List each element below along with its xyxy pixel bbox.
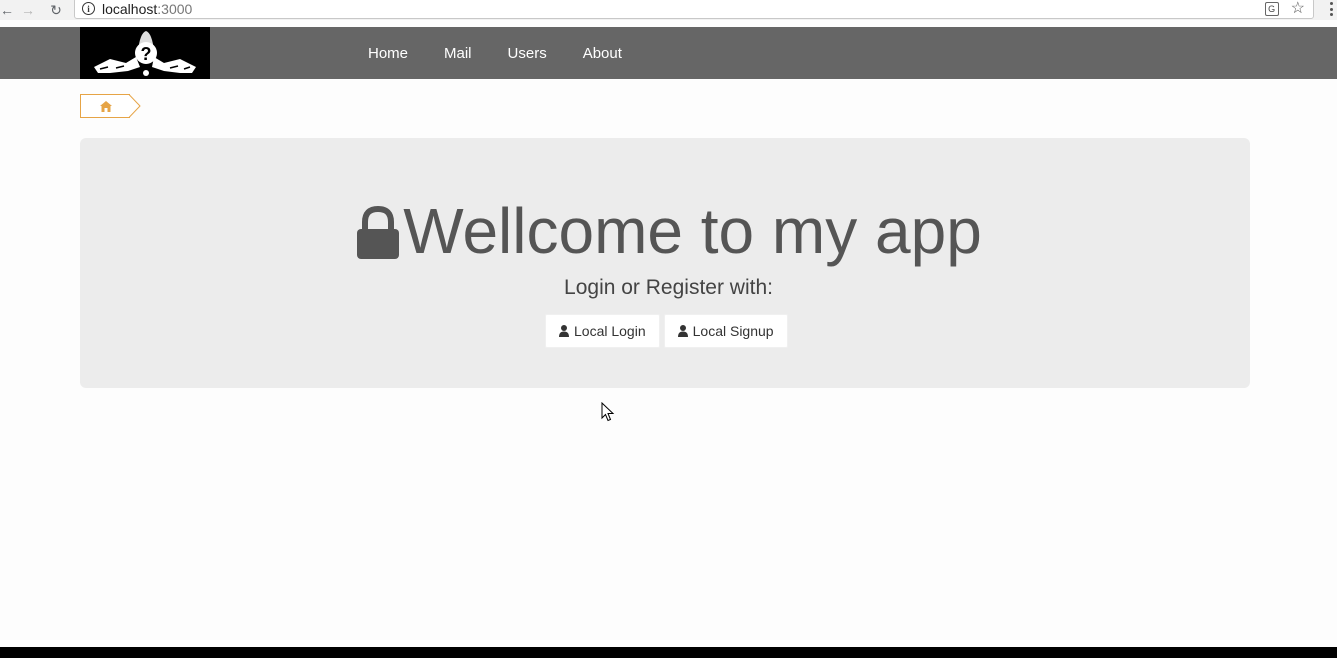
- lock-icon: [357, 206, 400, 259]
- browser-toolbar: ← → ↻ i localhost:3000 G ☆: [0, 0, 1337, 20]
- user-icon: [677, 325, 688, 337]
- url-port: :3000: [157, 0, 193, 17]
- local-signup-button[interactable]: Local Signup: [663, 314, 788, 348]
- nav-menu: Home Mail Users About: [350, 27, 640, 79]
- nav-about-link[interactable]: About: [565, 45, 640, 62]
- reload-icon[interactable]: ↻: [46, 1, 66, 19]
- bottom-bar: [0, 647, 1337, 658]
- breadcrumb-home[interactable]: [80, 94, 130, 118]
- login-subtitle: Login or Register with:: [564, 276, 773, 299]
- logo[interactable]: ?: [80, 27, 210, 79]
- info-icon[interactable]: i: [82, 2, 95, 15]
- nav-mail-link[interactable]: Mail: [426, 45, 490, 62]
- nav-home-link[interactable]: Home: [350, 45, 426, 62]
- breadcrumb[interactable]: [80, 94, 142, 118]
- address-bar[interactable]: i localhost:3000 G ☆: [74, 0, 1314, 19]
- welcome-heading: Wellcome to my app: [0, 192, 1337, 270]
- url-text[interactable]: localhost:3000: [102, 1, 192, 17]
- page-title: Wellcome to my app: [403, 195, 982, 267]
- local-login-button[interactable]: Local Login: [545, 314, 660, 348]
- browser-menu-icon[interactable]: [1330, 2, 1334, 16]
- nav-users-link[interactable]: Users: [490, 45, 565, 62]
- translate-icon[interactable]: G: [1264, 1, 1279, 16]
- mouse-cursor-icon: [601, 402, 615, 422]
- user-icon: [559, 325, 569, 337]
- breadcrumb-arrow: [124, 94, 141, 118]
- url-host: localhost: [102, 0, 158, 17]
- forward-icon[interactable]: →: [18, 1, 38, 19]
- local-login-label: Local Login: [574, 323, 646, 339]
- home-icon: [99, 100, 112, 112]
- back-icon[interactable]: ←: [0, 1, 14, 19]
- bookmark-star-icon[interactable]: ☆: [1291, 0, 1305, 17]
- navbar: ? Home Mail Users About: [0, 27, 1337, 79]
- logo-image: ?: [94, 31, 196, 76]
- local-signup-label: Local Signup: [692, 323, 774, 339]
- svg-text:?: ?: [141, 44, 152, 64]
- auth-button-group: Local Login Local Signup: [545, 314, 788, 348]
